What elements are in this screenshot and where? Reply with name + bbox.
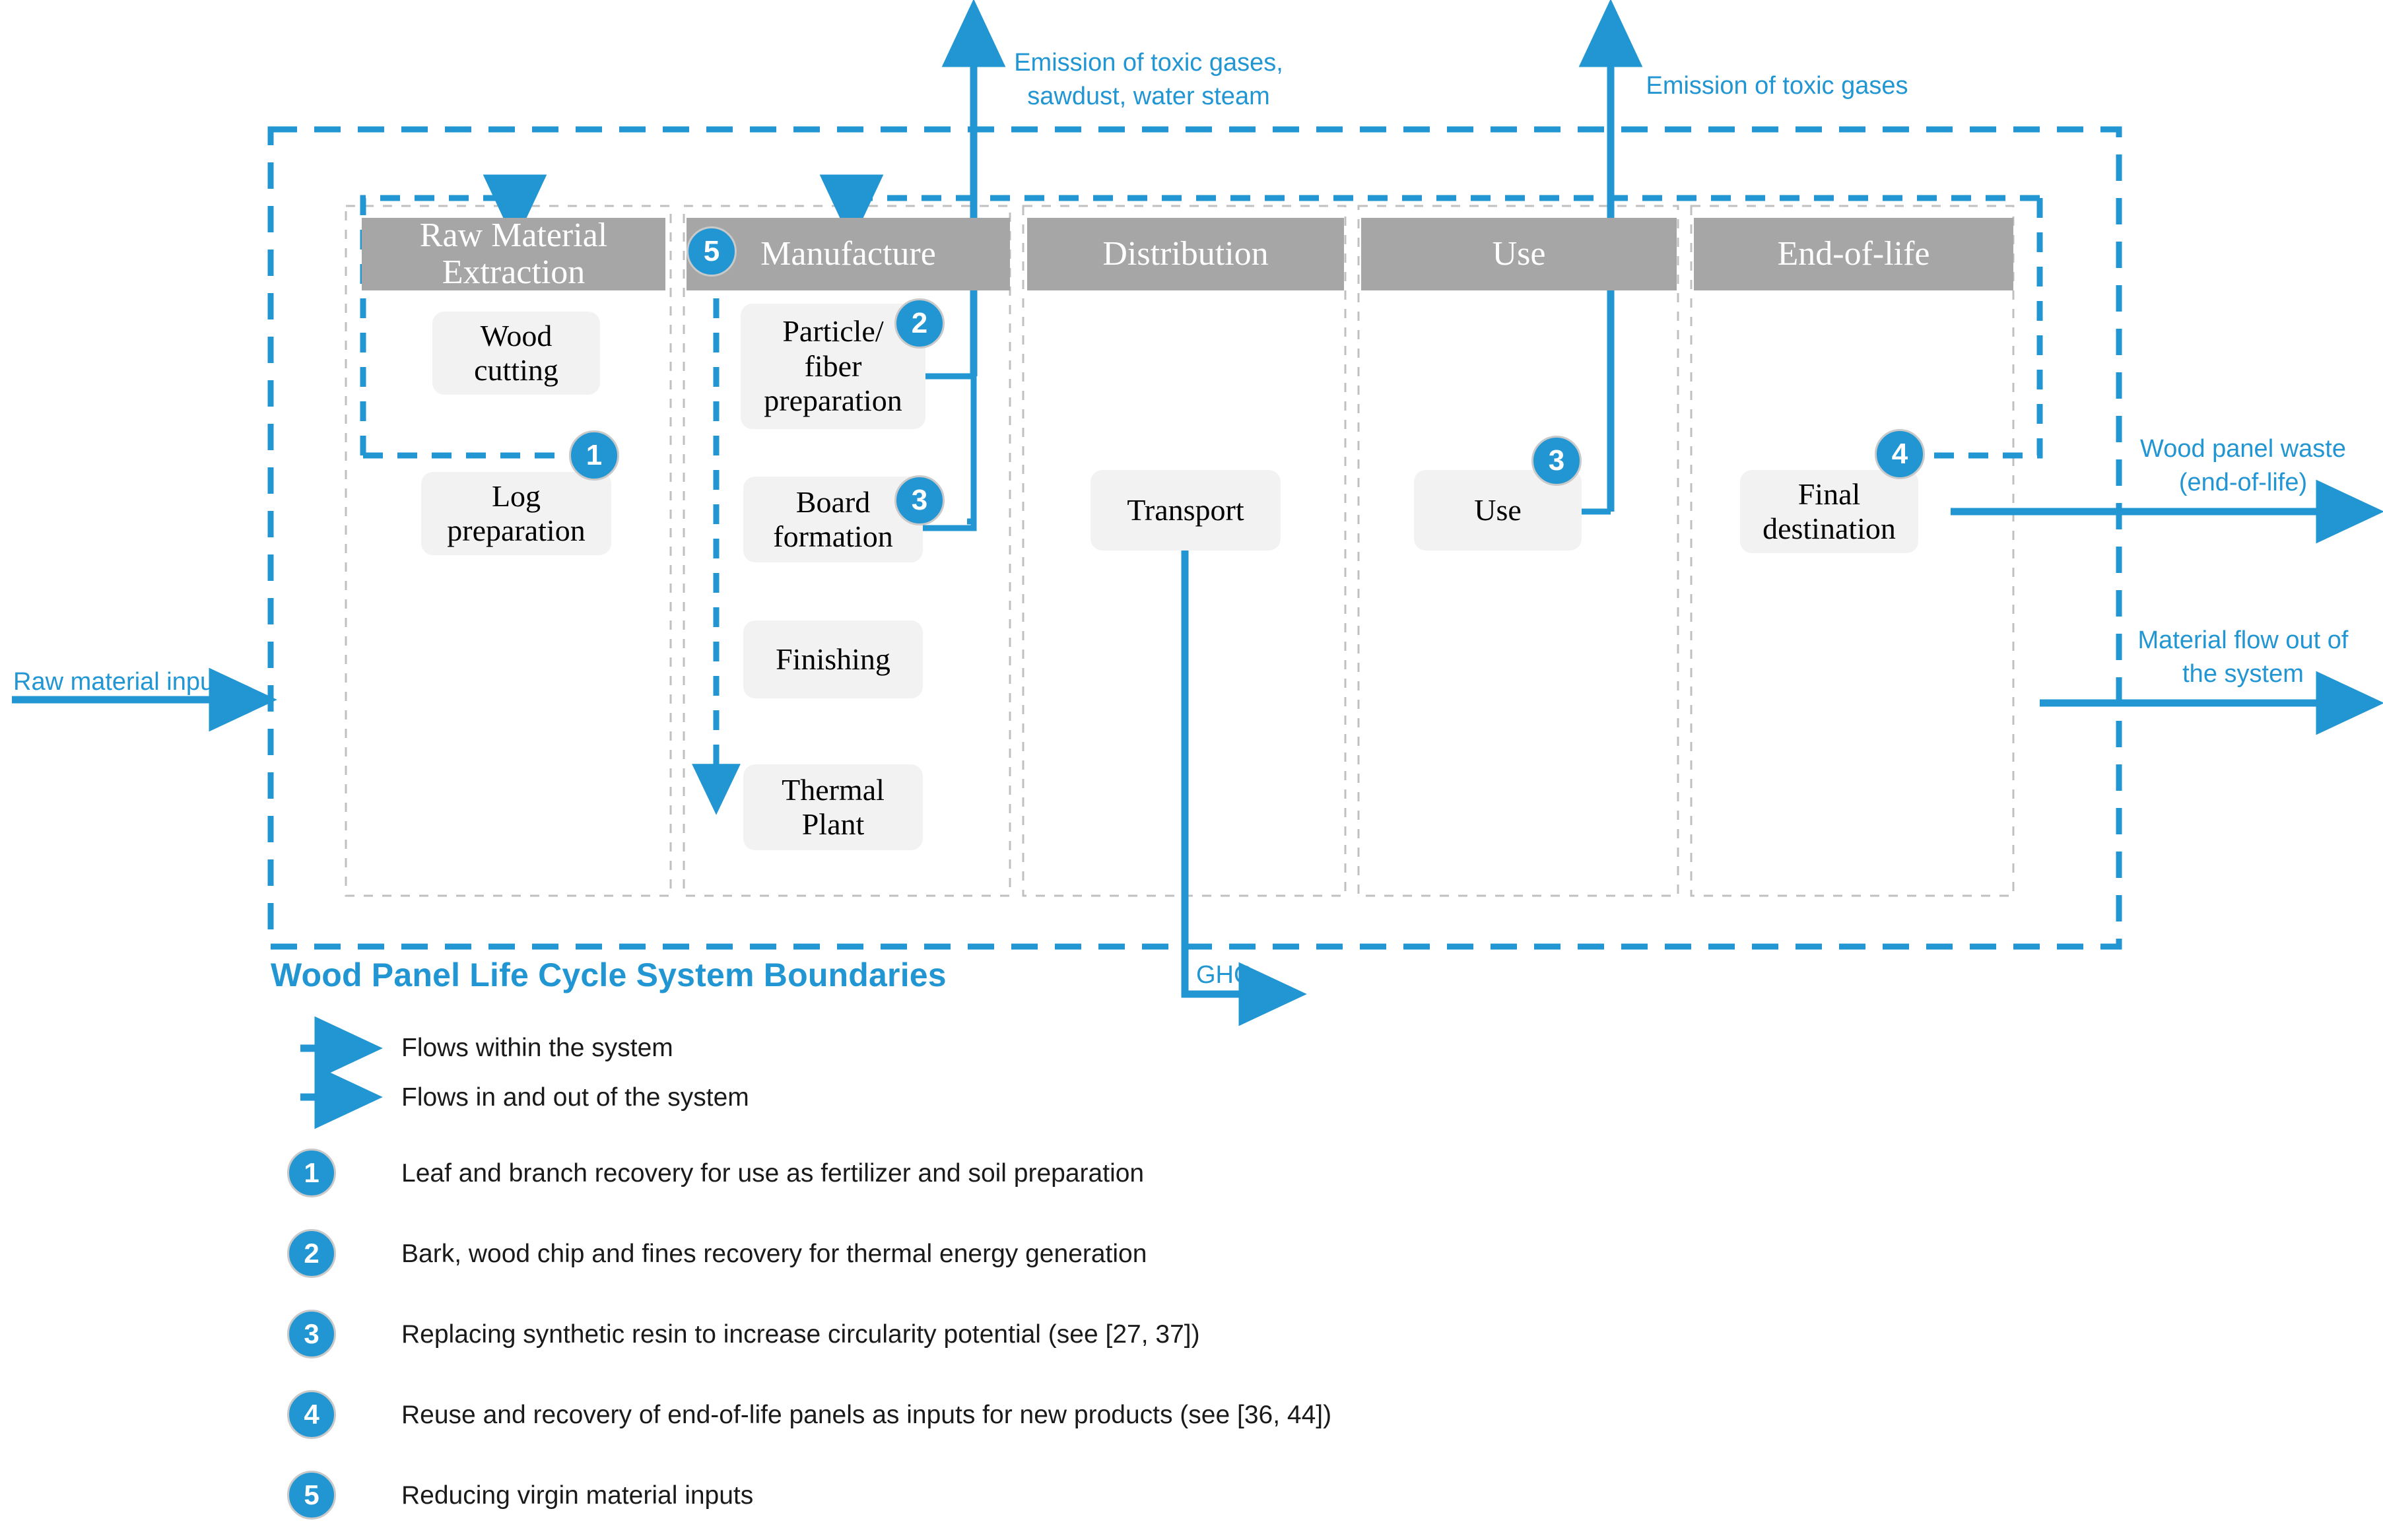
- legend-badge-number: 4: [304, 1399, 319, 1430]
- legend-item-3-text: Replacing synthetic resin to increase ci…: [401, 1320, 1200, 1351]
- process-label: Finishing: [776, 642, 890, 676]
- emission-line-2: sawdust, water steam: [1027, 83, 1270, 111]
- badge-3-use[interactable]: 3: [1531, 436, 1582, 486]
- legend-item-2-text: Bark, wood chip and fines recovery for t…: [401, 1239, 1147, 1270]
- label-emission-manufacture: Emission of toxic gases, sawdust, water …: [993, 46, 1304, 114]
- legend-badge-3[interactable]: 3: [287, 1310, 336, 1358]
- process-box-board-formation[interactable]: Board formation: [743, 477, 923, 562]
- badge-number: 4: [1891, 438, 1908, 470]
- label-wood-panel-waste: Wood panel waste (end-of-life): [2111, 432, 2375, 500]
- emission-line-1: Emission of toxic gases,: [1014, 49, 1283, 77]
- stage-header-raw-material-extraction[interactable]: Raw Material Extraction: [362, 216, 665, 291]
- matflow-line-2: the system: [2182, 660, 2304, 688]
- system-title-text: Wood Panel Life Cycle System Boundaries: [271, 956, 947, 993]
- process-box-log-preparation[interactable]: Log preparation: [421, 472, 611, 555]
- label-raw-material-input: Raw material input: [13, 665, 257, 699]
- legend-key-solid-label: Flows in and out of the system: [401, 1083, 749, 1114]
- ghg-arrow: [1181, 548, 1307, 1026]
- stage-label: Raw Material Extraction: [419, 216, 608, 291]
- badge-1[interactable]: 1: [569, 430, 619, 481]
- badge-number: 1: [586, 439, 603, 471]
- process-label: Wood cutting: [474, 318, 558, 387]
- badge-4[interactable]: 4: [1875, 429, 1925, 479]
- stage-label: Manufacture: [760, 234, 936, 273]
- stage-label: End-of-life: [1777, 234, 1930, 273]
- process-box-final-destination[interactable]: Final destination: [1740, 470, 1918, 553]
- label-ghg: GHG: [1196, 958, 1302, 992]
- legend-text: Reuse and recovery of end-of-life panels…: [401, 1401, 1332, 1429]
- process-label: Board formation: [773, 485, 893, 553]
- stage-header-end-of-life[interactable]: End-of-life: [1694, 218, 2013, 290]
- badge-3-manufacture[interactable]: 3: [894, 475, 945, 525]
- legend-badge-number: 3: [304, 1318, 319, 1349]
- legend-text: Leaf and branch recovery for use as fert…: [401, 1159, 1145, 1188]
- process-box-transport[interactable]: Transport: [1091, 470, 1281, 551]
- ghg-text: GHG: [1196, 961, 1254, 989]
- legend-item-1-text: Leaf and branch recovery for use as fert…: [401, 1158, 1144, 1189]
- diagram-canvas: Raw Material Extraction Manufacture Distr…: [0, 0, 2383, 1540]
- badge-number: 3: [911, 484, 928, 516]
- badge-number: 5: [703, 235, 720, 267]
- waste-line-2: (end-of-life): [2178, 469, 2308, 497]
- waste-line-1: Wood panel waste: [2140, 435, 2346, 463]
- legend-text: Replacing synthetic resin to increase ci…: [401, 1320, 1200, 1349]
- legend-badge-5[interactable]: 5: [287, 1471, 336, 1520]
- label-emission-use: Emission of toxic gases: [1625, 69, 1929, 103]
- process-label: Use: [1474, 492, 1522, 527]
- process-label: Final destination: [1762, 477, 1896, 545]
- stage-label: Use: [1492, 234, 1546, 273]
- process-label: Transport: [1127, 492, 1244, 527]
- process-box-thermal-plant[interactable]: Thermal Plant: [743, 764, 923, 850]
- process-label: Log preparation: [447, 479, 586, 547]
- stage-header-distribution[interactable]: Distribution: [1027, 218, 1344, 290]
- label-material-flow-out: Material flow out of the system: [2111, 624, 2375, 692]
- system-boundary-title: Wood Panel Life Cycle System Boundaries: [271, 956, 947, 994]
- badge-5[interactable]: 5: [687, 226, 737, 277]
- stage-label: Distribution: [1102, 234, 1269, 273]
- legend-badge-1[interactable]: 1: [287, 1149, 336, 1197]
- raw-input-text: Raw material input: [13, 668, 221, 696]
- legend-badge-2[interactable]: 2: [287, 1229, 336, 1278]
- legend-key-dashed-label: Flows within the system: [401, 1033, 673, 1064]
- badge-number: 2: [911, 307, 928, 339]
- legend-text: Bark, wood chip and fines recovery for t…: [401, 1240, 1147, 1268]
- legend-badge-number: 1: [304, 1157, 319, 1188]
- legend-solid-text: Flows in and out of the system: [401, 1083, 749, 1112]
- process-label: Thermal Plant: [782, 772, 885, 841]
- stage-header-use[interactable]: Use: [1361, 218, 1677, 290]
- legend-badge-number: 5: [304, 1479, 319, 1510]
- legend-dashed-text: Flows within the system: [401, 1034, 673, 1062]
- badge-2[interactable]: 2: [894, 298, 945, 349]
- matflow-line-1: Material flow out of: [2137, 626, 2349, 654]
- process-label: Particle/fiber preparation: [764, 314, 902, 418]
- process-box-wood-cutting[interactable]: Wood cutting: [432, 312, 600, 395]
- legend-item-5-text: Reducing virgin material inputs: [401, 1481, 753, 1512]
- process-box-finishing[interactable]: Finishing: [743, 620, 923, 698]
- legend-badge-4[interactable]: 4: [287, 1390, 336, 1439]
- legend-text: Reducing virgin material inputs: [401, 1481, 754, 1510]
- badge-number: 3: [1548, 444, 1565, 477]
- emission-use-text: Emission of toxic gases: [1646, 72, 1908, 100]
- legend-badge-number: 2: [304, 1238, 319, 1269]
- legend-item-4-text: Reuse and recovery of end-of-life panels…: [401, 1400, 1331, 1431]
